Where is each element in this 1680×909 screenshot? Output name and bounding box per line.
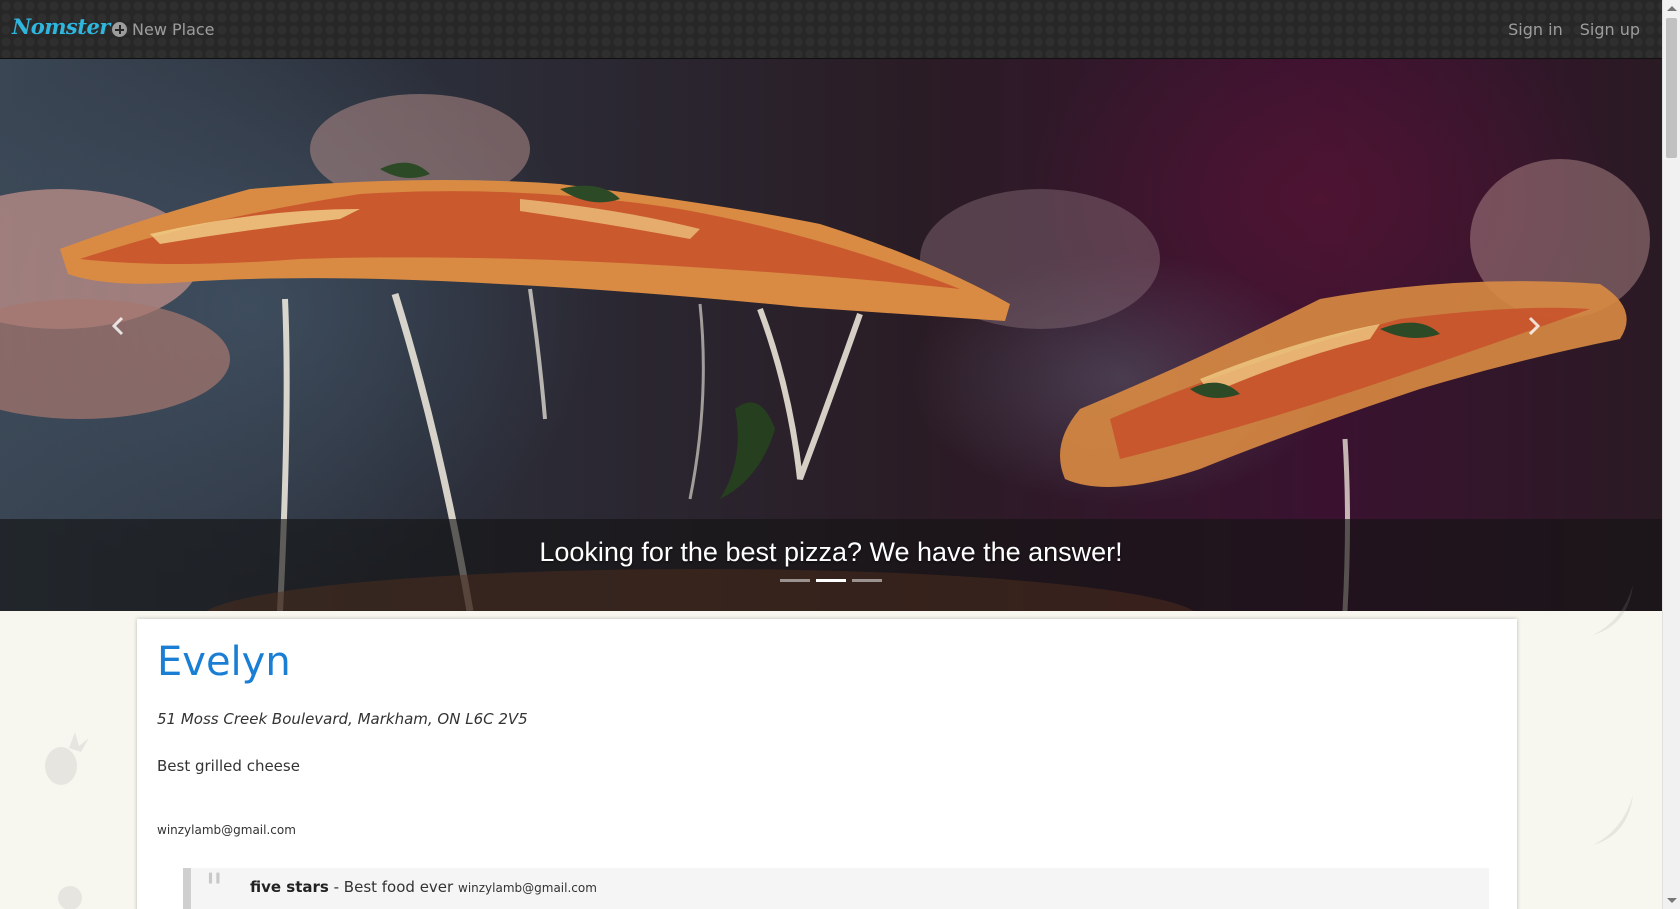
new-place-link[interactable]: New Place [112,20,215,39]
carousel-indicators [0,579,1662,582]
carousel-indicator[interactable] [780,579,810,582]
pineapple-decoration-icon [45,732,89,785]
carousel-indicator[interactable] [852,579,882,582]
carousel-caption: Looking for the best pizza? We have the … [539,537,1123,567]
comment-separator: - [328,878,344,896]
sign-up-link[interactable]: Sign up [1580,20,1640,39]
place-title: Evelyn [157,639,291,685]
comment-message: Best food ever [343,878,454,896]
navbar: Nomster New Place Sign in Sign up [0,0,1662,59]
carousel-indicator-active[interactable] [816,579,846,582]
sign-in-link[interactable]: Sign in [1508,20,1563,39]
place-card: Evelyn 51 Moss Creek Boulevard, Markham,… [137,619,1517,909]
scroll-up-icon[interactable] [1667,6,1677,11]
comment-blockquote: " five stars - Best food ever winzylamb@… [183,866,1489,909]
plus-circle-icon [112,22,127,37]
quote-icon: " [205,866,224,909]
banana-decoration-icon [1593,795,1633,845]
carousel-next-button[interactable] [1521,314,1545,338]
comment-text: five stars - Best food ever winzylamb@gm… [250,878,597,896]
page-scrollbar[interactable] [1662,0,1680,909]
brand-logo[interactable]: Nomster [12,14,110,39]
owner-email: winzylamb@gmail.com [157,823,296,837]
scroll-down-icon[interactable] [1667,898,1677,903]
place-description: Best grilled cheese [157,757,300,775]
hero-carousel: Looking for the best pizza? We have the … [0,59,1662,611]
auth-links: Sign in Sign up [1508,20,1640,39]
scroll-thumb[interactable] [1666,18,1677,158]
comment-rating: five stars [250,878,329,896]
place-address: 51 Moss Creek Boulevard, Markham, ON L6C… [157,710,528,728]
chevron-left-icon [111,316,124,336]
carousel-prev-button[interactable] [107,314,131,338]
chevron-right-icon [1528,316,1541,336]
banana-decoration-icon [1593,585,1633,635]
fork-decoration-icon [58,886,82,909]
comment-author: winzylamb@gmail.com [458,881,597,895]
new-place-label: New Place [132,20,215,39]
